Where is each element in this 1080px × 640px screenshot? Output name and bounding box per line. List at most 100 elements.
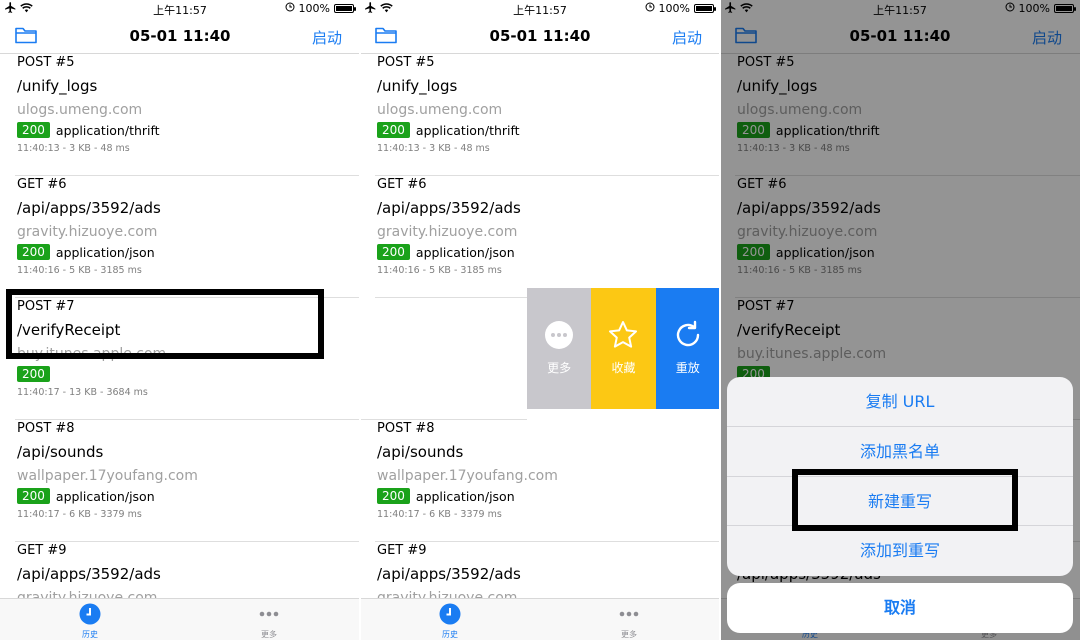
request-host: ulogs.umeng.com <box>17 102 143 118</box>
request-row[interactable]: GET #9/api/apps/3592/ads gravity.hizuoye.… <box>360 542 720 598</box>
add-to-rewrite-button[interactable]: 添加到重写 <box>727 526 1073 576</box>
request-path: /api/sounds <box>377 443 464 461</box>
star-icon <box>608 320 638 353</box>
row-divider <box>360 419 527 420</box>
tab-more[interactable]: 更多 <box>599 603 659 640</box>
request-row[interactable]: POST #5/unify_logs ulogs.umeng.com 200 appl… <box>0 54 360 176</box>
status-badge: 200 <box>17 488 50 504</box>
orientation-lock-icon <box>285 2 295 15</box>
request-path: /api/sounds <box>17 443 104 461</box>
request-row[interactable]: GET #6/api/apps/3592/ads gravity.hizuoye.… <box>0 176 360 298</box>
request-host: ulogs.umeng.com <box>377 102 503 118</box>
start-button[interactable]: 启动 <box>672 27 702 48</box>
request-row[interactable]: POST #5/unify_logs ulogs.umeng.com 200 appl… <box>360 54 720 176</box>
status-badge: 200 <box>17 366 50 382</box>
tab-history-label: 历史 <box>442 630 458 639</box>
status-right: 100% <box>645 2 716 15</box>
request-host: gravity.hizuoye.com <box>377 590 518 598</box>
status-right: 100% <box>285 2 356 15</box>
status-badge: 200 <box>17 122 50 138</box>
screen-action-sheet: 上午11:57 100% 05-01 11:40 启动 POST #5/unify_lo… <box>720 0 1080 640</box>
response-info: 200 application/thrift <box>377 122 520 138</box>
tab-bar: 历史 更多 <box>360 598 720 640</box>
content-type: application/json <box>55 488 155 504</box>
battery-percent: 100% <box>658 2 690 15</box>
favorite-action-button[interactable]: 收藏 <box>591 288 656 409</box>
cancel-button[interactable]: 取消 <box>727 583 1073 633</box>
tab-history[interactable]: 历史 <box>420 603 480 640</box>
content-type: application/json <box>55 244 155 260</box>
ellipsis-icon <box>599 603 659 627</box>
battery-icon <box>694 4 716 13</box>
status-badge: 200 <box>17 244 50 260</box>
status-badge: 200 <box>377 244 410 260</box>
status-bar: 上午11:57 100% <box>0 0 360 18</box>
clock-icon <box>60 603 120 627</box>
tab-more-label: 更多 <box>261 630 277 639</box>
method-number: GET #9 <box>17 543 67 558</box>
replay-action-button-label: 重放 <box>675 361 700 375</box>
request-path: /unify_logs <box>377 77 458 95</box>
request-host: gravity.hizuoye.com <box>377 224 518 240</box>
request-meta: 11:40:17 - 6 KB - 3379 ms <box>377 509 502 520</box>
status-badge: 200 <box>377 488 410 504</box>
request-row[interactable]: GET #6/api/apps/3592/ads gravity.hizuoye.… <box>360 176 720 298</box>
method-number: GET #9 <box>377 543 427 558</box>
tab-more[interactable]: 更多 <box>239 603 299 640</box>
request-path: /api/apps/3592/ads <box>377 199 521 217</box>
response-info: 200 application/json <box>17 488 155 504</box>
request-row[interactable]: POST #8/api/sounds wallpaper.17youfang.co… <box>360 420 720 542</box>
replay-icon <box>673 320 703 353</box>
method-number: POST #5 <box>17 55 75 70</box>
request-meta: 11:40:17 - 13 KB - 3684 ms <box>17 387 148 398</box>
navigation-bar: 05-01 11:40 启动 <box>360 18 720 54</box>
replay-action-button[interactable]: 重放 <box>655 288 720 409</box>
request-meta: 11:40:13 - 3 KB - 48 ms <box>377 143 490 154</box>
method-number: POST #8 <box>377 421 435 436</box>
screen-history-list: 上午11:57 100% 05-01 11:40 启动 POST #5/unify_lo… <box>0 0 360 640</box>
response-info: 200 application/thrift <box>17 122 160 138</box>
request-row[interactable]: POST #8/api/sounds wallpaper.17youfang.co… <box>0 420 360 542</box>
method-number: POST #5 <box>377 55 435 70</box>
tab-history-label: 历史 <box>82 630 98 639</box>
more-action-button-label: 更多 <box>547 361 572 375</box>
tab-history[interactable]: 历史 <box>60 603 120 640</box>
request-path: /api/apps/3592/ads <box>17 565 161 583</box>
request-meta: 11:40:16 - 5 KB - 3185 ms <box>17 265 142 276</box>
request-path: /api/apps/3592/ads <box>377 565 521 583</box>
tab-more-label: 更多 <box>621 630 637 639</box>
highlight-box-row <box>6 289 324 359</box>
content-type: application/json <box>415 244 515 260</box>
orientation-lock-icon <box>645 2 655 15</box>
request-meta: 11:40:13 - 3 KB - 48 ms <box>17 143 130 154</box>
copy-url-button[interactable]: 复制 URL <box>727 377 1073 427</box>
page-title: 05-01 11:40 <box>489 27 591 45</box>
request-row[interactable]: POST #7/verifyReceiptbuy.itunes.apple.co… <box>360 298 527 420</box>
response-info: 200 application/json <box>377 488 515 504</box>
request-row[interactable]: GET #9/api/apps/3592/ads gravity.hizuoye.… <box>0 542 360 598</box>
response-info: 200 <box>17 366 50 382</box>
request-meta: 11:40:16 - 5 KB - 3185 ms <box>377 265 502 276</box>
method-number: GET #6 <box>377 177 427 192</box>
tab-bar: 历史 更多 <box>0 598 360 640</box>
content-type: application/thrift <box>415 122 520 138</box>
method-number: GET #6 <box>17 177 67 192</box>
request-host: wallpaper.17youfang.com <box>377 468 558 484</box>
more-action-button[interactable]: 更多 <box>527 288 592 409</box>
panel-divider <box>359 0 361 640</box>
response-info: 200 application/json <box>17 244 155 260</box>
swipe-actions: 更多 收藏 重放 <box>527 288 720 409</box>
page-title: 05-01 11:40 <box>129 27 231 45</box>
favorite-action-button-label: 收藏 <box>611 361 636 375</box>
battery-percent: 100% <box>298 2 330 15</box>
request-host: wallpaper.17youfang.com <box>17 468 198 484</box>
request-host: gravity.hizuoye.com <box>17 224 158 240</box>
screen-swipe-actions: 上午11:57 100% 05-01 11:40 启动 POST #5/unify_lo… <box>360 0 720 640</box>
request-path: /unify_logs <box>17 77 98 95</box>
panel-divider <box>719 0 721 640</box>
status-badge: 200 <box>377 122 410 138</box>
start-button[interactable]: 启动 <box>312 27 342 48</box>
request-meta: 11:40:17 - 6 KB - 3379 ms <box>17 509 142 520</box>
highlight-box-new-rewrite <box>792 469 1018 531</box>
content-type: application/thrift <box>55 122 160 138</box>
